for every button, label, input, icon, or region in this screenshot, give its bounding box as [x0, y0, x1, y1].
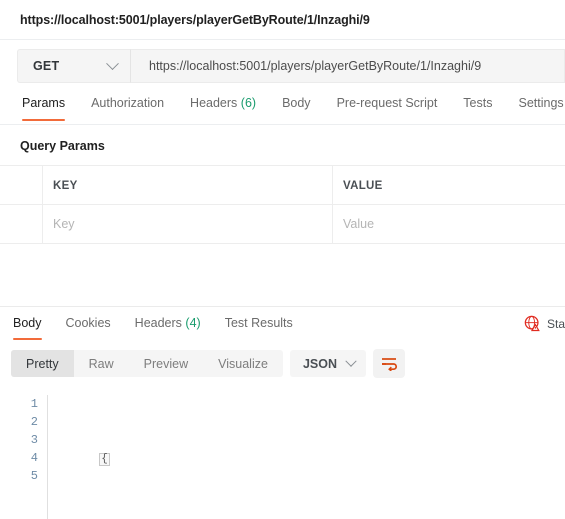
http-method-select[interactable]: GET [17, 49, 130, 83]
tab-headers-label: Headers [190, 96, 238, 110]
response-tab-cookies[interactable]: Cookies [54, 307, 123, 340]
url-input[interactable]: https://localhost:5001/players/playerGet… [130, 49, 565, 83]
response-tab-headers[interactable]: Headers (4) [123, 307, 213, 340]
column-header-key-label: KEY [53, 180, 78, 192]
fold-open-brace[interactable]: { [99, 453, 110, 466]
response-tab-headers-count: (4) [185, 316, 201, 330]
column-header-value: VALUE [333, 166, 565, 204]
globe-warning-icon[interactable] [524, 315, 541, 332]
response-tab-test-results[interactable]: Test Results [213, 307, 305, 340]
view-pretty-label: Pretty [26, 356, 59, 371]
table-header-row: KEY VALUE [0, 165, 565, 205]
tab-pre-request-script[interactable]: Pre-request Script [324, 92, 451, 121]
json-code-content: { "id": 1, "name": "Inzaghi", "number": … [48, 395, 258, 519]
window-title-bar: https://localhost:5001/players/playerGet… [0, 0, 565, 40]
chevron-down-icon [106, 56, 119, 70]
param-value-placeholder: Value [343, 217, 375, 231]
tab-params[interactable]: Params [9, 92, 78, 121]
view-visualize-button[interactable]: Visualize [203, 350, 283, 377]
line-number: 3 [30, 433, 38, 447]
tab-tests-label: Tests [463, 96, 493, 110]
param-value-input[interactable]: Value [333, 205, 565, 243]
line-number: 1 [30, 397, 38, 411]
view-visualize-label: Visualize [218, 356, 268, 371]
response-body-viewer[interactable]: 1 2 3 4 5 { "id": 1, "name": "Inzaghi", … [0, 386, 565, 519]
response-view-segmented-control: Pretty Raw Preview Visualize [11, 350, 283, 377]
word-wrap-icon [381, 358, 397, 371]
response-language-select[interactable]: JSON [289, 350, 366, 377]
response-tabs: Body Cookies Headers (4) Test Results St… [0, 307, 565, 341]
line-number: 4 [30, 451, 38, 465]
tab-tests[interactable]: Tests [450, 92, 505, 121]
response-status-area: Sta [524, 307, 565, 332]
code-line-1: { [56, 431, 258, 485]
tab-authorization-label: Authorization [91, 96, 165, 110]
table-row[interactable]: Key Value [0, 205, 565, 244]
request-pane-filler [0, 244, 565, 306]
request-url-bar: GET https://localhost:5001/players/playe… [0, 40, 565, 92]
tab-pre-request-script-label: Pre-request Script [336, 96, 438, 110]
row-checkbox-cell[interactable] [0, 205, 43, 243]
tab-settings[interactable]: Settings [505, 92, 565, 121]
tab-body-label: Body [282, 96, 311, 110]
column-header-value-label: VALUE [343, 180, 383, 192]
param-key-input[interactable]: Key [43, 205, 333, 243]
query-params-heading: Query Params [20, 139, 105, 153]
line-number-gutter: 1 2 3 4 5 [0, 395, 48, 519]
param-key-placeholder: Key [53, 217, 75, 231]
tab-body[interactable]: Body [269, 92, 324, 121]
tab-params-label: Params [22, 96, 66, 110]
response-tab-body[interactable]: Body [1, 307, 54, 340]
word-wrap-button[interactable] [373, 349, 405, 378]
view-preview-button[interactable]: Preview [129, 350, 203, 377]
request-tabs: Params Authorization Headers (6) Body Pr… [0, 92, 565, 125]
response-tab-headers-label: Headers [134, 316, 182, 330]
tab-headers-count: (6) [240, 96, 257, 110]
select-all-checkbox-cell[interactable] [0, 166, 43, 204]
tab-authorization[interactable]: Authorization [78, 92, 177, 121]
line-number: 2 [30, 415, 38, 429]
response-tab-cookies-label: Cookies [65, 316, 111, 330]
column-header-key: KEY [43, 166, 333, 204]
response-status-label: Sta [546, 316, 565, 331]
page-title: https://localhost:5001/players/playerGet… [20, 12, 370, 27]
view-raw-button[interactable]: Raw [74, 350, 129, 377]
http-method-label: GET [33, 59, 60, 73]
chevron-down-icon [345, 355, 357, 367]
query-params-table: KEY VALUE Key Value [0, 165, 565, 244]
response-tab-test-results-label: Test Results [224, 316, 293, 330]
line-number: 5 [30, 469, 38, 483]
view-pretty-button[interactable]: Pretty [11, 350, 74, 377]
response-formatter-toolbar: Pretty Raw Preview Visualize JSON [0, 341, 565, 386]
view-raw-label: Raw [88, 356, 114, 371]
view-preview-label: Preview [143, 356, 189, 371]
tab-settings-label: Settings [518, 96, 564, 110]
response-language-label: JSON [302, 356, 337, 371]
response-tab-body-label: Body [13, 316, 42, 330]
tab-headers[interactable]: Headers (6) [177, 92, 269, 121]
